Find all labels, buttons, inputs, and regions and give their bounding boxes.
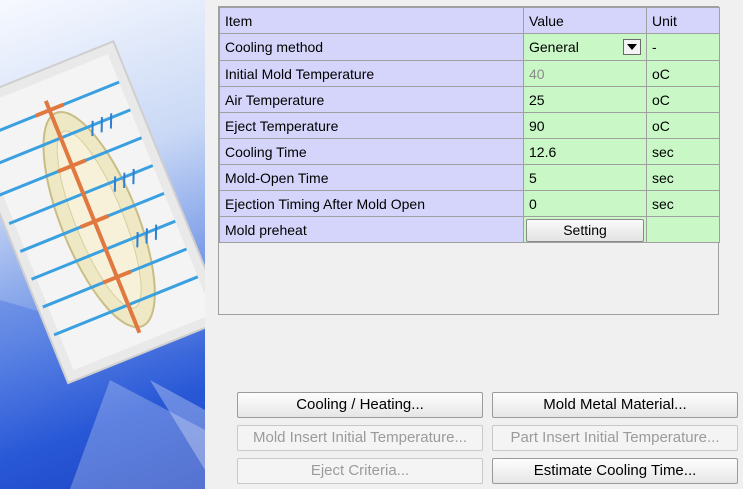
row-label-mold-open-time: Mold-Open Time bbox=[219, 164, 524, 191]
mold-insert-initial-temperature-button[interactable]: Mold Insert Initial Temperature... bbox=[237, 425, 483, 451]
initial-mold-temperature-field: 40 bbox=[523, 60, 647, 87]
part-insert-initial-temperature-button[interactable]: Part Insert Initial Temperature... bbox=[492, 425, 738, 451]
air-temperature-field[interactable]: 25 bbox=[523, 86, 647, 113]
row-label-cooling-method: Cooling method bbox=[219, 33, 524, 61]
row-unit: - bbox=[646, 33, 720, 61]
estimate-cooling-time-button[interactable]: Estimate Cooling Time... bbox=[492, 458, 738, 484]
header-value: Value bbox=[523, 7, 647, 34]
cooling-method-value: General bbox=[529, 39, 579, 55]
header-unit: Unit bbox=[646, 7, 720, 34]
table-row: Mold preheat Setting bbox=[219, 216, 720, 243]
mold-metal-material-button[interactable]: Mold Metal Material... bbox=[492, 392, 738, 418]
table-row: Air Temperature 25 oC bbox=[219, 86, 720, 113]
properties-table: Item Value Unit Cooling method General -… bbox=[219, 7, 720, 243]
cooling-time-field[interactable]: 12.6 bbox=[523, 138, 647, 165]
cooling-method-select[interactable]: General bbox=[523, 33, 647, 61]
table-row: Cooling method General - bbox=[219, 33, 720, 61]
mold-illustration-art bbox=[0, 39, 205, 489]
row-label-ejection-timing: Ejection Timing After Mold Open bbox=[219, 190, 524, 217]
table-row: Mold-Open Time 5 sec bbox=[219, 164, 720, 191]
row-label-air-temperature: Air Temperature bbox=[219, 86, 524, 113]
row-unit bbox=[646, 216, 720, 243]
cooling-properties-grid: Item Value Unit Cooling method General -… bbox=[218, 6, 720, 315]
table-header-row: Item Value Unit bbox=[219, 7, 720, 34]
row-unit: oC bbox=[646, 86, 720, 113]
mold-cooling-illustration bbox=[0, 0, 205, 489]
table-row: Initial Mold Temperature 40 oC bbox=[219, 60, 720, 87]
row-unit: oC bbox=[646, 112, 720, 139]
row-unit: sec bbox=[646, 138, 720, 165]
row-label-initial-mold-temperature: Initial Mold Temperature bbox=[219, 60, 524, 87]
mold-preheat-cell: Setting bbox=[523, 216, 647, 243]
row-label-eject-temperature: Eject Temperature bbox=[219, 112, 524, 139]
mold-open-time-field[interactable]: 5 bbox=[523, 164, 647, 191]
table-row: Cooling Time 12.6 sec bbox=[219, 138, 720, 165]
chevron-down-icon[interactable] bbox=[623, 39, 641, 55]
row-label-mold-preheat: Mold preheat bbox=[219, 216, 524, 243]
row-unit: oC bbox=[646, 60, 720, 87]
ejection-timing-field[interactable]: 0 bbox=[523, 190, 647, 217]
table-row: Ejection Timing After Mold Open 0 sec bbox=[219, 190, 720, 217]
table-row: Eject Temperature 90 oC bbox=[219, 112, 720, 139]
eject-criteria-button[interactable]: Eject Criteria... bbox=[237, 458, 483, 484]
eject-temperature-field[interactable]: 90 bbox=[523, 112, 647, 139]
mold-preheat-setting-button[interactable]: Setting bbox=[526, 218, 644, 242]
cooling-heating-button[interactable]: Cooling / Heating... bbox=[237, 392, 483, 418]
header-item: Item bbox=[219, 7, 524, 34]
row-unit: sec bbox=[646, 190, 720, 217]
row-unit: sec bbox=[646, 164, 720, 191]
row-label-cooling-time: Cooling Time bbox=[219, 138, 524, 165]
